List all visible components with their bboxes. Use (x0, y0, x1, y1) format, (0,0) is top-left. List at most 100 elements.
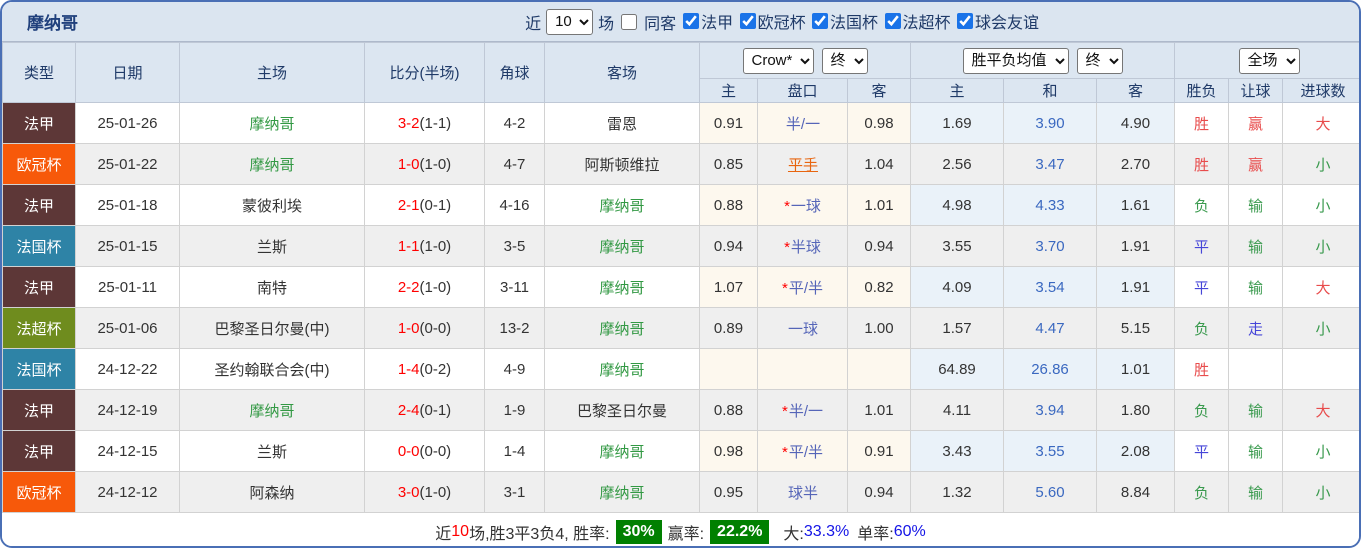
home-odds-cell (699, 348, 758, 390)
away-team[interactable]: 雷恩 (544, 102, 700, 144)
score-halftime: (1-0) (419, 483, 452, 501)
away-team[interactable]: 阿斯顿维拉 (544, 143, 700, 185)
result-wdl-cell: 胜 (1174, 143, 1230, 185)
header-result-group: 全场 (1174, 42, 1359, 79)
matches-table: 类型 日期 主场 比分(半场) 角球 客场 Crow* 终 胜平负均值 终 全场… (2, 42, 1359, 513)
league-checkbox[interactable] (956, 13, 973, 29)
league-checkbox[interactable] (812, 13, 829, 29)
home-team[interactable]: 巴黎圣日尔曼(中) (179, 307, 365, 349)
result-goals-cell: 小 (1282, 430, 1359, 472)
score-halftime: (0-1) (419, 196, 452, 214)
subheader-wdl: 胜负 (1174, 78, 1230, 103)
result-handicap-cell: 赢 (1228, 102, 1284, 144)
away-team[interactable]: 摩纳哥 (544, 348, 700, 390)
home-team[interactable]: 摩纳哥 (179, 143, 365, 185)
avg-draw-cell: 3.94 (1003, 389, 1097, 431)
home-team[interactable]: 摩纳哥 (179, 389, 365, 431)
home-odds-cell: 0.95 (699, 471, 758, 513)
score-halftime: (0-2) (419, 360, 452, 378)
bookmaker-time-select[interactable]: 终 (821, 47, 868, 74)
date-cell: 25-01-15 (75, 225, 180, 267)
home-team[interactable]: 蒙彼利埃 (179, 184, 365, 226)
league-type-cell: 法甲 (2, 389, 76, 431)
avg-draw-cell: 4.47 (1003, 307, 1097, 349)
avg-home-cell: 64.89 (910, 348, 1004, 390)
result-goals-cell: 小 (1282, 143, 1359, 185)
away-team[interactable]: 摩纳哥 (544, 266, 700, 308)
header-type: 类型 (2, 42, 76, 103)
table-row: 法国杯 24-12-22 圣约翰联合会(中) 1-4(0-2) 4-9 摩纳哥 … (2, 348, 1359, 390)
away-odds-cell: 0.94 (847, 225, 911, 267)
handicap-rate-label: 赢率: (667, 525, 705, 543)
league-type-cell: 欧冠杯 (2, 471, 76, 513)
avg-home-cell: 1.32 (910, 471, 1004, 513)
league-checkbox[interactable] (884, 13, 901, 29)
league-filter[interactable]: 法甲 (681, 9, 733, 33)
corners-cell: 1-9 (484, 389, 545, 431)
table-row: 欧冠杯 24-12-12 阿森纳 3-0(1-0) 3-1 摩纳哥 0.95 球… (2, 471, 1359, 513)
date-cell: 25-01-18 (75, 184, 180, 226)
win-rate-badge: 30% (615, 519, 662, 544)
home-team[interactable]: 兰斯 (179, 225, 365, 267)
league-type-cell: 欧冠杯 (2, 143, 76, 185)
result-handicap-cell: 走 (1228, 307, 1284, 349)
team-title: 摩纳哥 (27, 14, 78, 33)
league-filters: 法甲 欧冠杯 法国杯 法超杯 球会友谊 (681, 9, 1039, 34)
away-team[interactable]: 摩纳哥 (544, 225, 700, 267)
bookmaker-select[interactable]: Crow* (742, 47, 814, 74)
league-checkbox[interactable] (739, 13, 756, 29)
away-team[interactable]: 摩纳哥 (544, 307, 700, 349)
league-filter[interactable]: 法超杯 (883, 9, 951, 33)
league-checkbox-label: 球会友谊 (974, 15, 1039, 32)
header-handicap-group: Crow* 终 (699, 42, 911, 79)
avg-away-cell: 4.90 (1095, 102, 1176, 144)
single-rate-label: 单率: (857, 525, 894, 543)
home-team[interactable]: 摩纳哥 (179, 102, 365, 144)
home-team[interactable]: 兰斯 (179, 430, 365, 472)
away-odds-cell: 1.00 (847, 307, 911, 349)
away-team[interactable]: 摩纳哥 (544, 471, 700, 513)
avg-time-select[interactable]: 终 (1076, 47, 1123, 74)
league-filter[interactable]: 球会友谊 (955, 9, 1039, 33)
avg-away-cell: 5.15 (1095, 307, 1176, 349)
league-filter[interactable]: 法国杯 (810, 9, 878, 33)
away-odds-cell: 1.04 (847, 143, 911, 185)
handicap-star: * (781, 443, 788, 461)
summary-prefix: 近 (435, 525, 452, 543)
result-wdl-cell: 胜 (1174, 102, 1230, 144)
away-team[interactable]: 巴黎圣日尔曼 (544, 389, 700, 431)
league-filter[interactable]: 欧冠杯 (738, 9, 806, 33)
score-fulltime: 1-4 (397, 360, 420, 378)
near-count-select[interactable]: 10 (546, 8, 594, 35)
home-team[interactable]: 南特 (179, 266, 365, 308)
big-rate-value: 33.3% (803, 522, 850, 540)
result-wdl-cell: 负 (1174, 389, 1230, 431)
corners-cell: 3-1 (484, 471, 545, 513)
near-label: 近 (525, 15, 542, 33)
avg-away-cell: 1.91 (1095, 225, 1176, 267)
league-checkbox-label: 法国杯 (830, 15, 879, 32)
away-team[interactable]: 摩纳哥 (544, 184, 700, 226)
date-cell: 25-01-22 (75, 143, 180, 185)
scope-select[interactable]: 全场 (1238, 47, 1300, 74)
avg-home-cell: 4.09 (910, 266, 1004, 308)
avg-draw-cell: 3.55 (1003, 430, 1097, 472)
avg-draw-cell: 5.60 (1003, 471, 1097, 513)
league-checkbox[interactable] (683, 13, 700, 29)
home-team[interactable]: 阿森纳 (179, 471, 365, 513)
home-team[interactable]: 圣约翰联合会(中) (179, 348, 365, 390)
handicap-star: * (781, 402, 788, 420)
home-odds-cell: 0.88 (699, 389, 758, 431)
corners-cell: 13-2 (484, 307, 545, 349)
handicap-text: 平/半 (788, 443, 823, 461)
summary-count: 10 (451, 522, 470, 540)
same-venue-checkbox[interactable] (621, 13, 638, 30)
away-team[interactable]: 摩纳哥 (544, 430, 700, 472)
table-row: 法甲 25-01-11 南特 2-2(1-0) 3-11 摩纳哥 1.07 *平… (2, 266, 1359, 308)
score-cell: 2-2(1-0) (364, 266, 485, 308)
home-odds-cell: 0.88 (699, 184, 758, 226)
table-row: 欧冠杯 25-01-22 摩纳哥 1-0(1-0) 4-7 阿斯顿维拉 0.85… (2, 143, 1359, 185)
subheader-goals: 进球数 (1282, 78, 1359, 103)
single-rate-value: 60% (893, 522, 926, 540)
avg-select[interactable]: 胜平负均值 (962, 47, 1069, 74)
